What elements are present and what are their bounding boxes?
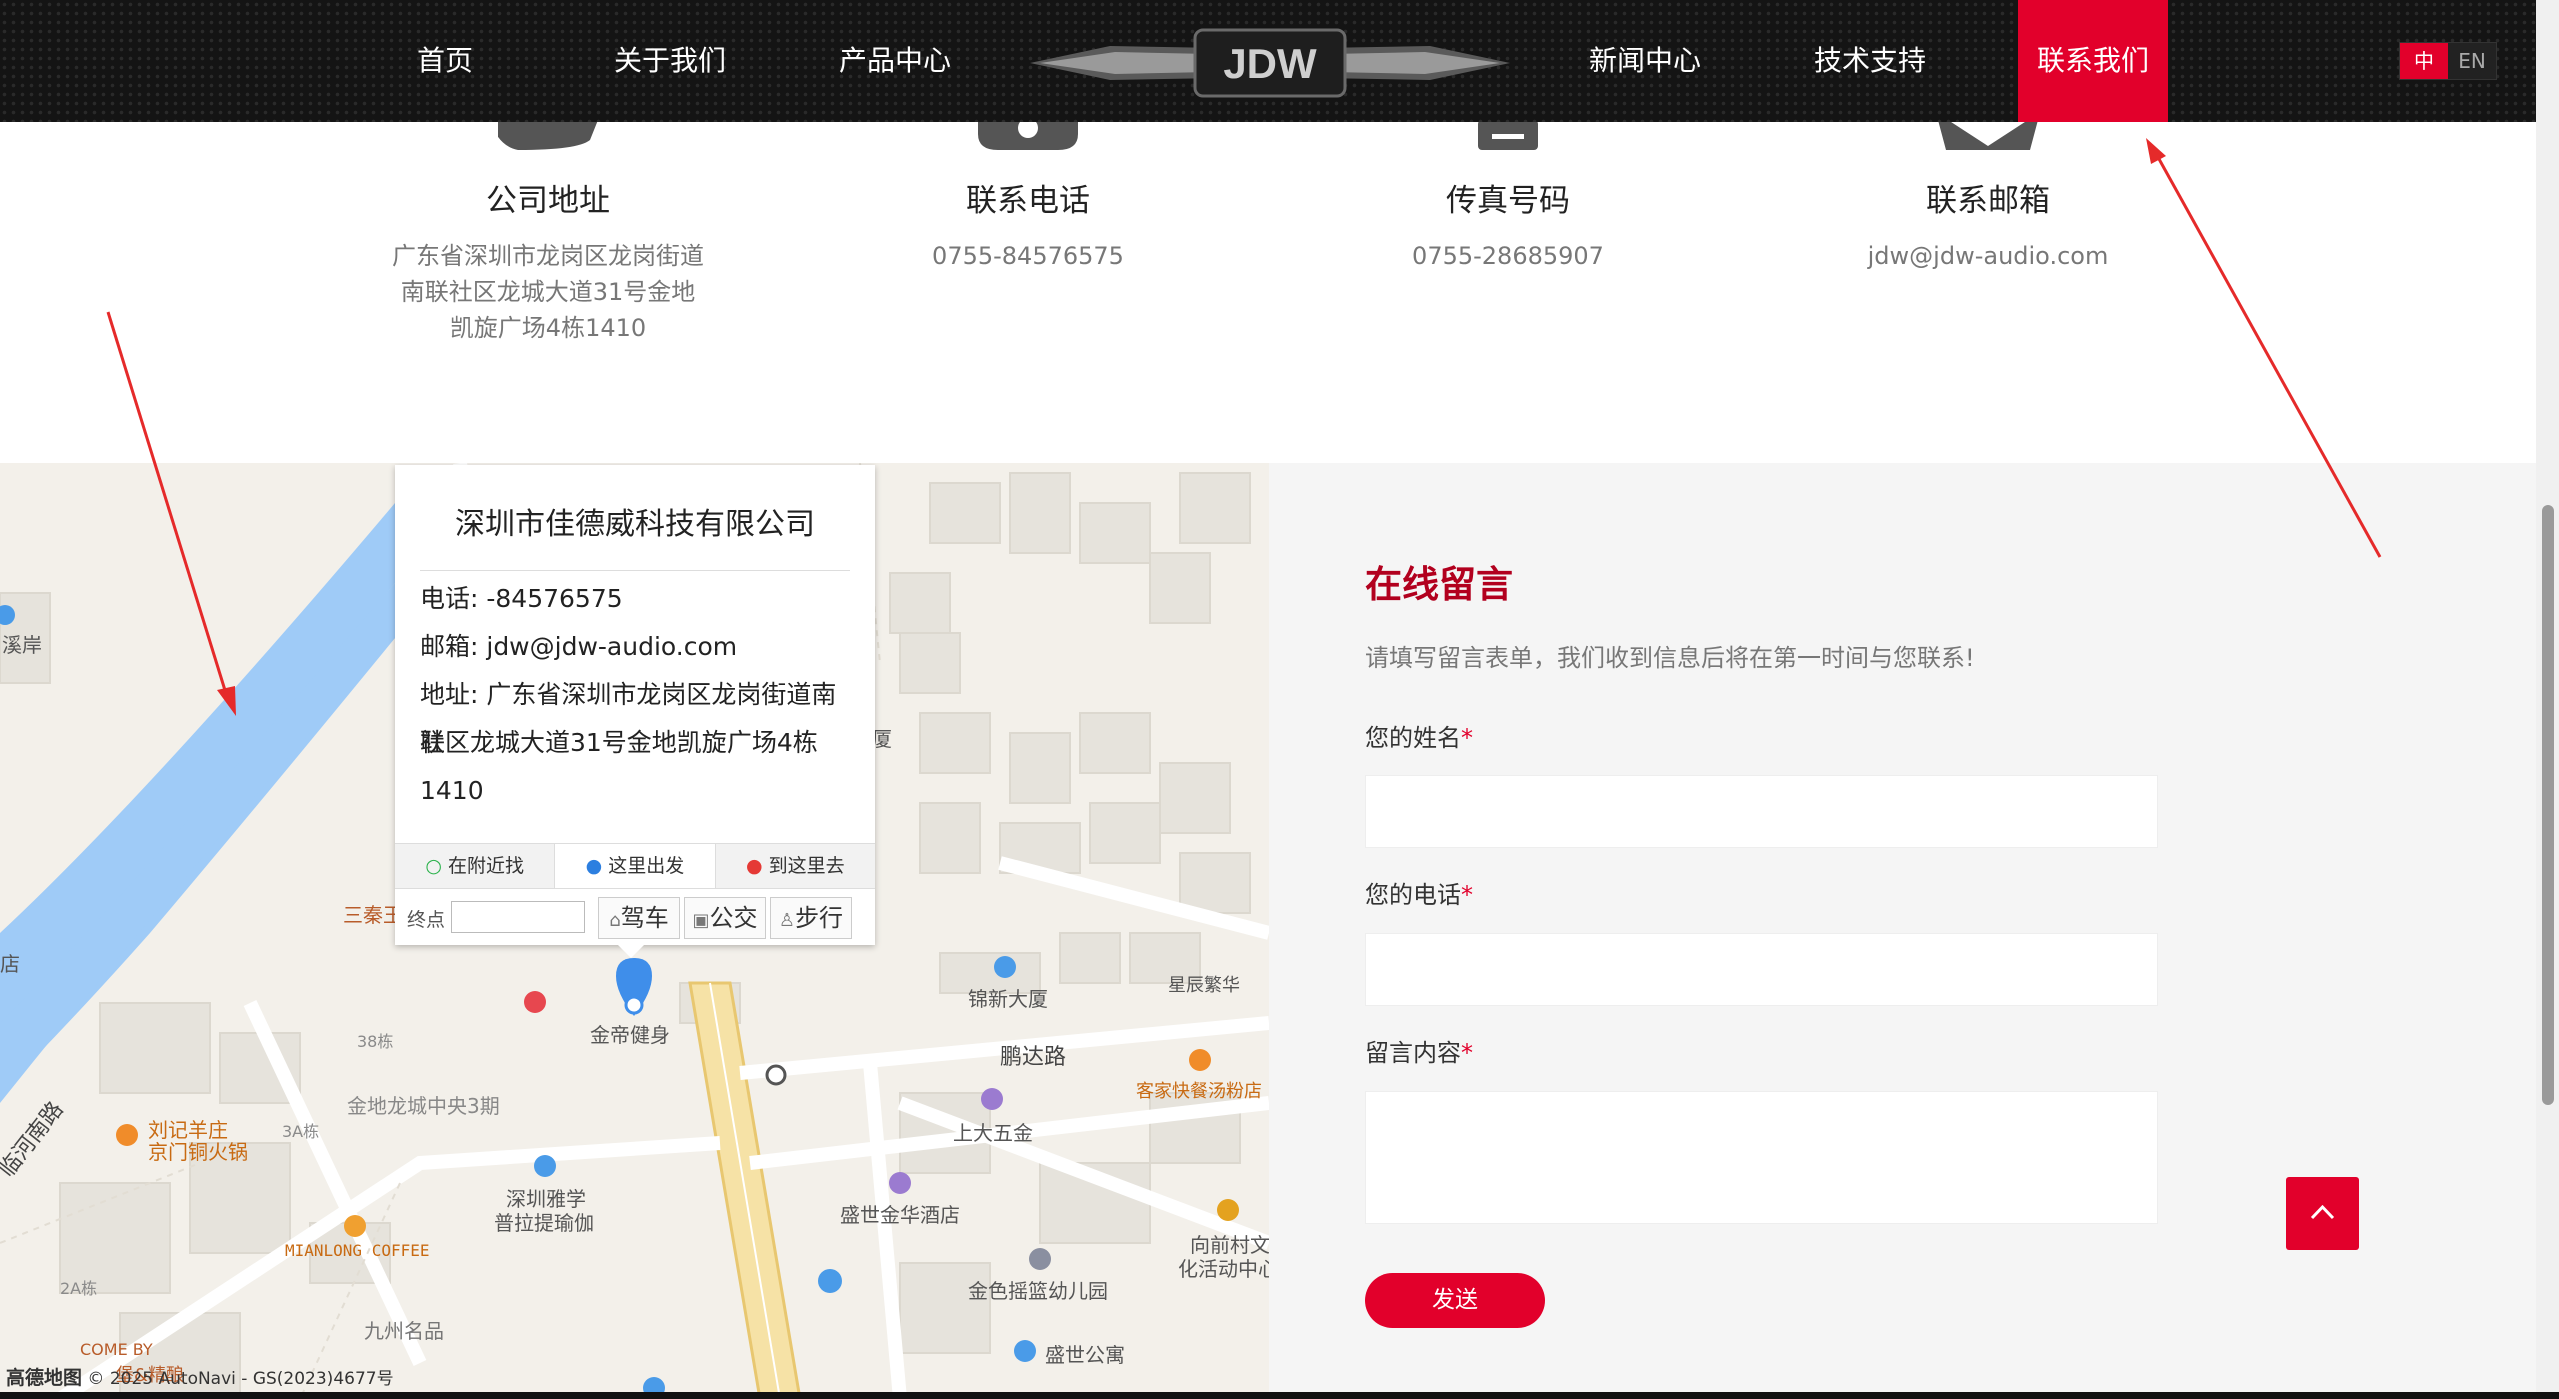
contact-title: 传真号码: [1446, 183, 1570, 219]
info-email: 邮箱: jdw@jdw-audio.com: [420, 632, 738, 661]
nav-contact[interactable]: 联系我们: [2018, 0, 2168, 122]
map-building-label: 2A栋: [60, 1279, 98, 1298]
route-tabs: ○ 在附近找 ● 这里出发 ● 到这里去: [395, 843, 875, 889]
map-poi[interactable]: 金地龙城中央3期: [347, 1090, 500, 1119]
map-poi[interactable]: 京门铜火锅: [148, 1136, 248, 1165]
map-poi[interactable]: MIANLONG COFFEE: [285, 1241, 430, 1260]
pin-icon: ●: [585, 855, 603, 877]
walk-icon: ♙: [778, 910, 796, 931]
info-company-name: 深圳市佳德威科技有限公司: [455, 507, 815, 542]
bottom-edge: [0, 1392, 2559, 1399]
bus-icon: ▣: [692, 910, 710, 931]
map-poi[interactable]: 星辰繁华: [1168, 971, 1240, 997]
contact-title: 公司地址: [486, 183, 610, 219]
back-to-top-button[interactable]: [2286, 1177, 2359, 1250]
info-address-line: 1410: [420, 776, 484, 805]
top-nav: 首页 关于我们 产品中心 JDW 新闻中心 技术支持 联系我们 中 EN: [0, 0, 2536, 122]
map-poi[interactable]: 三秦王: [343, 899, 403, 928]
page: 首页 关于我们 产品中心 JDW 新闻中心 技术支持 联系我们 中 EN 公司地…: [0, 0, 2559, 1399]
svg-text:JDW: JDW: [1223, 40, 1317, 87]
contact-text: 0755-84576575: [932, 242, 1124, 270]
form-title: 在线留言: [1365, 563, 1513, 606]
map-poi[interactable]: 客家快餐汤粉店: [1136, 1077, 1262, 1103]
language-switch: 中 EN: [2399, 42, 2497, 80]
chevron-up-icon: [2310, 1204, 2335, 1220]
tab-nearby[interactable]: ○ 在附近找: [395, 844, 554, 888]
car-icon: ⌂: [609, 910, 621, 931]
info-phone: 电话: -84576575: [420, 584, 623, 613]
contact-title: 联系电话: [966, 183, 1090, 219]
drive-button[interactable]: ⌂驾车: [598, 897, 680, 939]
tab-to-here[interactable]: ● 到这里去: [716, 844, 875, 888]
tab-from-here[interactable]: ● 这里出发: [554, 844, 716, 888]
jdw-logo[interactable]: JDW: [1030, 18, 1510, 108]
nav-support[interactable]: 技术支持: [1800, 0, 1940, 122]
phone-icon: [978, 120, 1078, 150]
route-panel: 终点 ⌂驾车 ▣公交 ♙步行: [395, 889, 875, 945]
info-window-pointer: [617, 944, 645, 958]
map-copyright: 高德地图 © 2025 AutoNavi - GS(2023)4677号: [6, 1367, 394, 1389]
lang-zh[interactable]: 中: [2400, 43, 2448, 79]
send-button[interactable]: 发送: [1365, 1273, 1545, 1328]
map-poi[interactable]: 金帝健身: [590, 1019, 670, 1048]
contact-title: 联系邮箱: [1926, 183, 2050, 219]
search-icon: ○: [425, 855, 442, 877]
map-poi[interactable]: 九州名品: [364, 1315, 444, 1344]
fax-icon: [1478, 120, 1538, 150]
map-building-label: 38栋: [357, 1032, 394, 1051]
location-icon: [498, 120, 598, 150]
map-poi[interactable]: 普拉提瑜伽: [494, 1207, 594, 1236]
map[interactable]: 溪岸 店 三秦王 金帝健身 锦新大厦 星辰繁华 鹏达路 客家快餐汤粉店 上大五金…: [0, 463, 1269, 1399]
contact-text: 0755-28685907: [1412, 242, 1604, 270]
map-poi[interactable]: 上大五金: [953, 1117, 1033, 1146]
contact-text: jdw@jdw-audio.com: [1867, 242, 2109, 270]
map-poi[interactable]: 锦新大厦: [968, 983, 1048, 1012]
pin-icon: ●: [745, 855, 763, 877]
name-label: 您的姓名*: [1365, 724, 1473, 752]
form-description: 请填写留言表单，我们收到信息后将在第一时间与您联系!: [1365, 644, 1975, 672]
amap-logo[interactable]: 高德地图: [6, 1367, 82, 1389]
map-poi[interactable]: 溪岸: [2, 629, 42, 658]
nav-home[interactable]: 首页: [390, 0, 500, 122]
scrollbar[interactable]: [2536, 0, 2559, 1399]
phone-label: 您的电话*: [1365, 881, 1473, 909]
map-poi[interactable]: COME BY: [80, 1340, 153, 1359]
walk-button[interactable]: ♙步行: [770, 897, 852, 939]
divider: [420, 570, 850, 571]
nav-products[interactable]: 产品中心: [815, 0, 975, 122]
scrollbar-thumb[interactable]: [2542, 505, 2554, 1105]
map-info-window: 深圳市佳德威科技有限公司 电话: -84576575 邮箱: jdw@jdw-a…: [395, 465, 875, 945]
name-input[interactable]: [1365, 775, 2158, 848]
nav-about[interactable]: 关于我们: [590, 0, 750, 122]
email-icon: [1938, 120, 2038, 150]
map-poi[interactable]: 化活动中心: [1178, 1253, 1269, 1282]
endpoint-input[interactable]: [451, 901, 585, 933]
nav-news[interactable]: 新闻中心: [1575, 0, 1715, 122]
lang-en[interactable]: EN: [2448, 43, 2496, 79]
phone-input[interactable]: [1365, 933, 2158, 1006]
bus-button[interactable]: ▣公交: [684, 897, 766, 939]
map-poi[interactable]: 店: [0, 948, 20, 977]
info-address-line: 社区龙城大道31号金地凯旋广场4栋: [420, 728, 818, 757]
map-poi[interactable]: 盛世公寓: [1045, 1339, 1125, 1368]
endpoint-label: 终点: [407, 909, 446, 931]
message-label: 留言内容*: [1365, 1039, 1473, 1067]
map-poi[interactable]: 金色摇篮幼儿园: [968, 1275, 1108, 1304]
map-poi[interactable]: 盛世金华酒店: [840, 1199, 960, 1228]
contact-text: 广东省深圳市龙岗区龙岗街道 南联社区龙城大道31号金地 凯旋广场4栋1410: [392, 242, 704, 342]
message-textarea[interactable]: [1365, 1091, 2158, 1224]
map-road-label: 鹏达路: [1000, 1045, 1067, 1070]
map-building-label: 3A栋: [282, 1122, 320, 1141]
map-poi[interactable]: 厦: [872, 723, 892, 752]
